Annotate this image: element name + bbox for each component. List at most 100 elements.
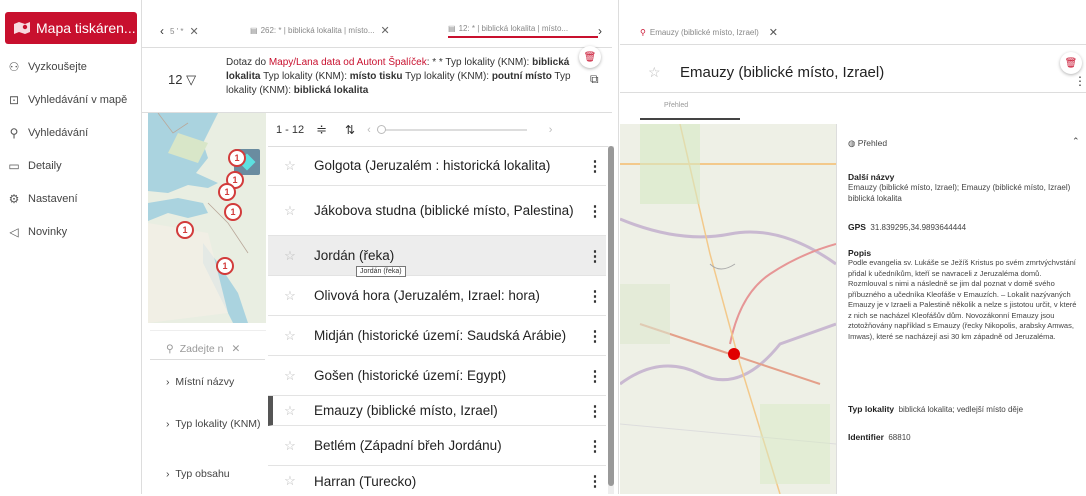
subtab-indicator — [640, 118, 740, 120]
detail-map[interactable] — [620, 124, 836, 494]
tab-query-12[interactable]: ▤ 12: * | biblická lokalita | místo... — [448, 24, 598, 38]
result-row[interactable]: ☆ Olivová hora (Jeruzalém, Izrael: hora) ⋮ — [268, 276, 606, 316]
location-marker[interactable] — [728, 348, 740, 360]
result-row[interactable]: ☆ Golgota (Jeruzalém : historická lokalit… — [268, 146, 606, 186]
map-marker[interactable]: 1 — [176, 221, 194, 239]
detail-title: Emauzy (biblické místo, Izrael) — [680, 64, 885, 81]
result-row[interactable]: ☆ Jordán (řeka) ⋮ — [268, 236, 606, 276]
star-icon[interactable]: ☆ — [278, 403, 302, 419]
map-logo-icon — [14, 22, 30, 34]
app-title: Mapa tiskáren... — [36, 20, 136, 36]
star-icon[interactable]: ☆ — [278, 248, 302, 264]
gear-icon: ⚙ — [8, 192, 20, 206]
copy-icon[interactable]: ⧉ — [590, 72, 599, 87]
search-icon: ⚲ — [166, 342, 174, 355]
delete-detail-button[interactable]: 🗑 — [1060, 52, 1082, 74]
gps-row: GPS 31.839295,34.9893644444 — [848, 222, 967, 232]
query-description: Dotaz do Mapy/Lana data od Autont Špalíč… — [226, 57, 571, 96]
overview-map[interactable]: 1 1 1 1 1 1 — [148, 113, 266, 323]
chevron-up-icon[interactable]: ⌃ — [1072, 136, 1080, 147]
close-icon[interactable]: ✕ — [190, 25, 199, 38]
result-row[interactable]: ☆ Jákobova studna (biblické místo, Palest… — [268, 186, 606, 236]
trash-icon: 🗑 — [583, 51, 597, 63]
chevron-left-icon[interactable]: ‹ — [367, 124, 371, 136]
star-icon[interactable]: ☆ — [278, 368, 302, 384]
more-icon[interactable]: ⋮ — [584, 287, 606, 305]
more-icon[interactable]: ⋮ — [584, 472, 606, 490]
chevron-right-icon: › — [166, 468, 170, 480]
star-icon[interactable]: ☆ — [278, 203, 302, 219]
trash-icon: 🗑 — [1064, 57, 1078, 69]
subtab-overview[interactable]: Přehled — [664, 102, 688, 109]
identifier-row: Identifier 68810 — [848, 432, 911, 442]
nav-item-settings[interactable]: ⚙ Nastavení — [6, 192, 78, 206]
other-names-value: Emauzy (biblické místo, Izrael); Emauzy … — [848, 183, 1071, 203]
result-count: 12 ▽ — [168, 72, 197, 87]
list-icon: ▤ — [448, 24, 456, 33]
info-icon: ◍ — [848, 138, 856, 148]
close-icon[interactable]: ✕ — [769, 26, 778, 39]
result-row[interactable]: ☆ Midján (historické území: Saudská Arábi… — [268, 316, 606, 356]
chevron-left-icon: ‹ — [160, 24, 164, 38]
chevron-right-icon[interactable]: › — [598, 24, 602, 38]
more-icon[interactable]: ⋮ — [584, 437, 606, 455]
tab-query-262[interactable]: ▤ 262: * | biblická lokalita | místo... ✕ — [250, 24, 425, 37]
filter-search-input[interactable]: ⚲ Zadejte n ✕ — [150, 338, 265, 360]
nav-item-news[interactable]: ◁ Novinky — [6, 225, 67, 239]
tab-prev-query[interactable]: ‹ 5 ' * ✕ — [160, 24, 210, 38]
search-icon: ⚲ — [9, 126, 19, 140]
more-icon[interactable]: ⋮ — [584, 327, 606, 345]
scrollbar[interactable] — [608, 146, 614, 494]
star-icon[interactable]: ☆ — [278, 328, 302, 344]
more-icon[interactable]: ⋮ — [584, 157, 606, 175]
page-slider[interactable] — [376, 125, 527, 134]
chevron-right-icon[interactable]: › — [549, 124, 553, 136]
more-icon[interactable]: ⋮ — [584, 202, 606, 220]
nav-item-details[interactable]: ▭ Detaily — [6, 159, 61, 173]
scrollbar-thumb[interactable] — [608, 146, 614, 486]
sort-order-icon[interactable]: ⇅ — [345, 123, 355, 137]
nav-item-map-search[interactable]: ⊡ Vyhledávání v mapě — [6, 93, 127, 107]
overview-map-svg — [148, 113, 266, 323]
overview-section-header[interactable]: ◍ Přehled — [848, 138, 1080, 149]
star-icon[interactable]: ☆ — [278, 438, 302, 454]
megaphone-icon: ◁ — [9, 225, 19, 239]
more-icon[interactable]: ⋮ — [1074, 74, 1086, 88]
more-icon[interactable]: ⋮ — [584, 367, 606, 385]
more-icon[interactable]: ⋮ — [584, 402, 606, 420]
map-marker[interactable]: 1 — [228, 149, 246, 167]
chevron-right-icon: › — [166, 418, 170, 430]
folder-icon: ▭ — [8, 159, 20, 173]
nav-item-try[interactable]: ⚇ Vyzkoušejte — [6, 60, 87, 74]
filter-icon[interactable]: ▽ — [186, 72, 196, 87]
close-icon[interactable]: ✕ — [381, 24, 390, 37]
map-marker[interactable]: 1 — [218, 183, 236, 201]
star-icon[interactable]: ☆ — [278, 158, 302, 174]
facet-content-type[interactable]: › Typ obsahu — [150, 468, 265, 480]
star-icon[interactable]: ☆ — [648, 64, 661, 81]
star-icon[interactable]: ☆ — [278, 473, 302, 489]
map-marker[interactable]: 1 — [224, 203, 242, 221]
map-marker[interactable]: 1 — [216, 257, 234, 275]
tab-detail[interactable]: ⚲ Emauzy (biblické místo, Izrael) ✕ — [640, 26, 778, 39]
user-icon: ⚇ — [8, 60, 20, 74]
facet-local-names[interactable]: › Místní názvy — [150, 376, 265, 388]
more-icon[interactable]: ⋮ — [584, 247, 606, 265]
result-row[interactable]: ☆ Gošen (historické území: Egypt) ⋮ — [268, 356, 606, 396]
source-link[interactable]: Mapy/Lana data od Autont Špalíček — [269, 57, 427, 68]
list-icon: ▤ — [250, 26, 258, 35]
app-title-button[interactable]: Mapa tiskáren... — [5, 12, 137, 44]
star-icon[interactable]: ☆ — [278, 288, 302, 304]
facet-locality-type[interactable]: › Typ lokality (KNM) — [150, 414, 265, 434]
result-row[interactable]: ☆ Harran (Turecko) ⋮ — [268, 466, 606, 496]
clear-icon[interactable]: ✕ — [231, 343, 240, 355]
result-row-selected[interactable]: ☆ Emauzy (biblické místo, Izrael) ⋮ — [268, 396, 606, 426]
locality-type-row: Typ lokality biblická lokalita; vedlejší… — [848, 404, 1024, 414]
pagination-bar: 1 - 12 ≑ ⇅ ‹ › — [276, 122, 553, 138]
result-row[interactable]: ☆ Betlém (Západní břeh Jordánu) ⋮ — [268, 426, 606, 466]
chevron-right-icon: › — [166, 376, 170, 388]
description-text: Podle evangelia sv. Lukáše se Ježíš Kris… — [848, 258, 1077, 341]
detail-map-svg — [620, 124, 836, 494]
sort-icon[interactable]: ≑ — [316, 122, 327, 138]
nav-item-search[interactable]: ⚲ Vyhledávání — [6, 126, 89, 140]
